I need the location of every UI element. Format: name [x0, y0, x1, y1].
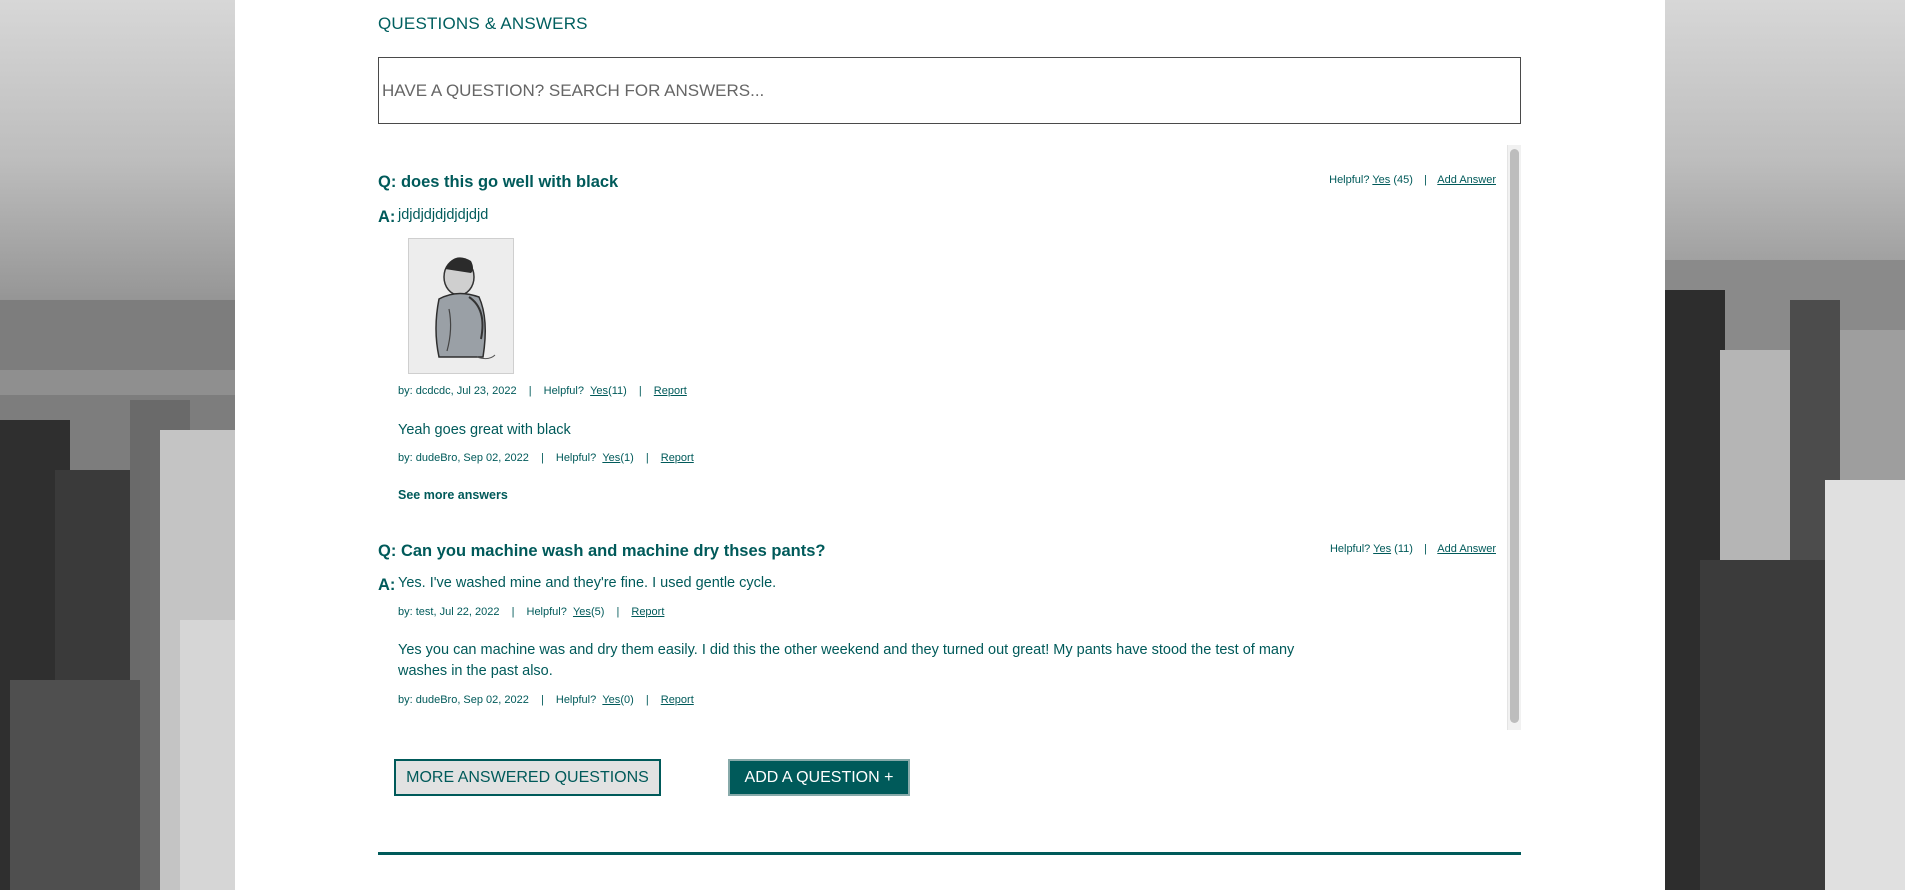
report-link[interactable]: Report — [661, 694, 694, 706]
add-answer-link[interactable]: Add Answer — [1437, 543, 1496, 555]
helpful-yes-link[interactable]: Yes — [1373, 543, 1391, 555]
helpful-label: Helpful? — [555, 452, 597, 464]
separator: | — [1423, 174, 1427, 186]
separator: | — [528, 385, 532, 397]
helpful-label: Helpful? — [526, 606, 567, 618]
answer-meta: by: dudeBro, Sep 02, 2022 | Helpful? Yes… — [398, 452, 694, 464]
helpful-yes-link[interactable]: Yes — [573, 606, 591, 618]
separator: | — [511, 606, 515, 618]
answer-body: Yes. I've washed mine and they're fine. … — [398, 575, 777, 591]
question-prefix: Q: — [378, 542, 397, 560]
separator: | — [616, 606, 620, 618]
see-more-answers-link[interactable]: See more answers — [398, 488, 508, 502]
answer-author-date: by: dcdcdc, Jul 23, 2022 — [398, 385, 517, 397]
helpful-count: (1) — [620, 452, 634, 464]
question-list[interactable]: Q: does this go well with black Helpful?… — [378, 145, 1521, 730]
helpful-count: (0) — [620, 694, 634, 706]
helpful-yes-link[interactable]: Yes — [590, 385, 608, 397]
helpful-yes-link[interactable]: Yes — [602, 452, 620, 464]
question-title: Q: does this go well with black — [378, 173, 618, 192]
helpful-label: Helpful? — [1329, 543, 1371, 555]
helpful-label: Helpful? — [555, 694, 597, 706]
answer-meta: by: dudeBro, Sep 02, 2022 | Helpful? Yes… — [398, 694, 694, 706]
more-answered-questions-button[interactable]: MORE ANSWERED QUESTIONS — [394, 759, 661, 796]
question-actions: Helpful? Yes (11) | Add Answer — [1330, 543, 1496, 555]
answer-author-date: by: dudeBro, Sep 02, 2022 — [398, 694, 529, 706]
search-input[interactable] — [378, 57, 1521, 124]
separator: | — [645, 694, 649, 706]
helpful-yes-link[interactable]: Yes — [1372, 174, 1390, 186]
add-answer-link[interactable]: Add Answer — [1437, 174, 1496, 186]
answer-body: Yes you can machine was and dry them eas… — [398, 642, 1295, 679]
answer-body: Yeah goes great with black — [398, 422, 571, 438]
section-divider — [378, 852, 1521, 855]
helpful-yes-link[interactable]: Yes — [602, 694, 620, 706]
report-link[interactable]: Report — [661, 452, 694, 464]
answer-prefix: A: — [378, 208, 396, 226]
portrait-sketch-icon — [409, 239, 513, 373]
question-actions: Helpful? Yes (45) | Add Answer — [1329, 174, 1496, 186]
question-text: Can you machine wash and machine dry ths… — [400, 542, 826, 560]
separator: | — [645, 452, 649, 464]
helpful-count: (45) — [1393, 174, 1413, 186]
helpful-count: (11) — [608, 385, 627, 397]
answer-author-date: by: test, Jul 22, 2022 — [398, 606, 500, 618]
add-question-button[interactable]: ADD A QUESTION + — [728, 759, 910, 796]
question-text: does this go well with black — [400, 173, 619, 191]
answer-author-date: by: dudeBro, Sep 02, 2022 — [398, 452, 529, 464]
answer-meta: by: test, Jul 22, 2022 | Helpful? Yes(5)… — [398, 606, 664, 618]
answer-body: jdjdjdjdjdjdjdjd — [398, 207, 489, 223]
separator: | — [540, 694, 544, 706]
separator: | — [540, 452, 544, 464]
helpful-count: (11) — [1394, 543, 1413, 555]
helpful-label: Helpful? — [1329, 174, 1370, 186]
question-list-scrollbar[interactable] — [1507, 145, 1521, 730]
report-link[interactable]: Report — [654, 385, 687, 397]
report-link[interactable]: Report — [631, 606, 664, 618]
main-panel: QUESTIONS & ANSWERS Q: does this go well… — [235, 0, 1665, 890]
answer-prefix: A: — [378, 576, 396, 594]
helpful-count: (5) — [590, 606, 605, 618]
answer-photo-thumbnail[interactable] — [408, 238, 514, 374]
question-title: Q: Can you machine wash and machine dry … — [378, 542, 825, 561]
scrollbar-thumb[interactable] — [1510, 149, 1519, 723]
separator: | — [638, 385, 642, 397]
section-title: QUESTIONS & ANSWERS — [378, 14, 588, 33]
helpful-label: Helpful? — [543, 385, 584, 397]
separator: | — [1423, 543, 1427, 555]
answer-meta: by: dcdcdc, Jul 23, 2022 | Helpful? Yes(… — [398, 385, 687, 397]
question-prefix: Q: — [378, 173, 397, 191]
